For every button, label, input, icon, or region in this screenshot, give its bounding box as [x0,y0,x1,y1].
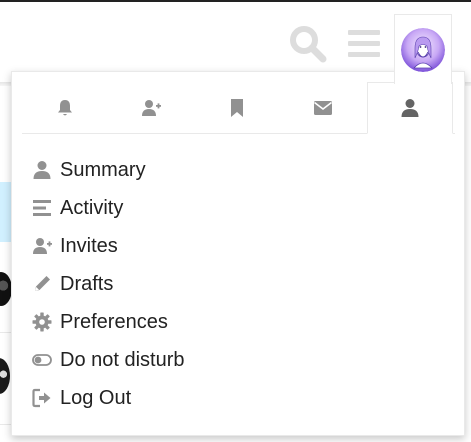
menu-item-label: Preferences [60,311,168,333]
toggle-icon [26,341,60,379]
menu-item-label: Log Out [60,387,132,409]
search-icon [290,26,327,63]
hamburger-menu-button[interactable] [344,22,384,66]
tab-messages[interactable] [280,82,366,133]
menu-item-activity[interactable]: Activity [26,189,185,227]
user-menu-tabs [22,82,455,134]
tab-bookmarks[interactable] [194,82,280,133]
user-menu-list: Summary Activity Invites Drafts Preferen… [26,151,185,417]
avatar [401,27,445,72]
menu-item-log-out[interactable]: Log Out [26,379,185,417]
user-avatar-button[interactable] [394,14,452,84]
bookmark-icon [231,98,243,117]
menu-item-label: Invites [60,235,118,257]
bell-icon [58,99,72,115]
background-avatar [0,358,10,394]
tab-invites[interactable] [108,82,194,133]
user-menu-panel: Summary Activity Invites Drafts Preferen… [11,71,465,436]
sign-out-icon [26,379,60,417]
tab-profile[interactable] [367,82,453,134]
pencil-icon [26,265,60,303]
user-plus-icon [26,227,60,265]
hamburger-icon [348,30,380,57]
envelope-icon [314,100,332,115]
menu-item-drafts[interactable]: Drafts [26,265,185,303]
gear-icon [26,303,60,341]
bars-icon [26,189,60,227]
menu-item-label: Activity [60,197,124,219]
menu-item-preferences[interactable]: Preferences [26,303,185,341]
search-button[interactable] [286,22,330,66]
menu-item-do-not-disturb[interactable]: Do not disturb [26,341,185,379]
menu-item-label: Drafts [60,273,114,295]
window-top-border [0,0,471,2]
menu-item-summary[interactable]: Summary [26,151,185,189]
menu-item-label: Summary [60,159,146,181]
user-icon [401,99,419,117]
user-plus-icon [142,99,161,116]
tab-notifications[interactable] [22,82,108,133]
menu-item-invites[interactable]: Invites [26,227,185,265]
user-icon [26,151,60,189]
menu-item-label: Do not disturb [60,349,185,371]
